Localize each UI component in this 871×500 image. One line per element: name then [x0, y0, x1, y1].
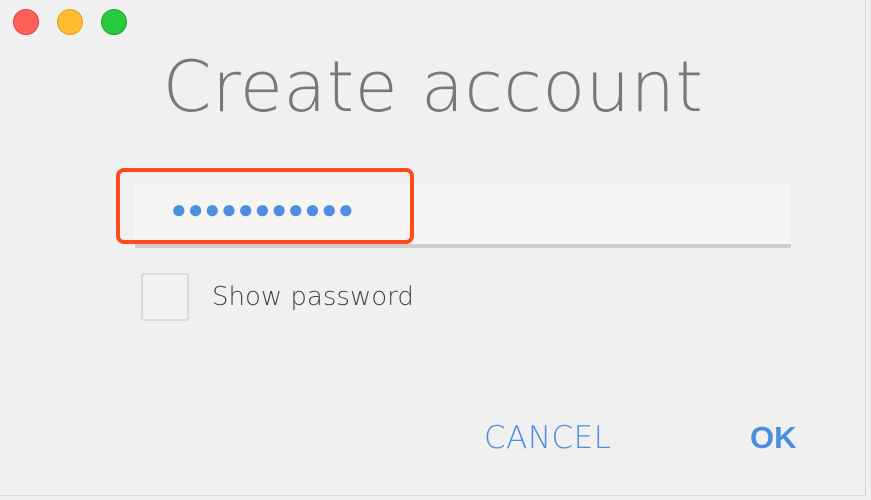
show-password-label[interactable]: Show password	[212, 282, 414, 312]
ok-button[interactable]: OK	[750, 420, 797, 456]
dialog-title: Create account	[162, 46, 704, 128]
maximize-window-button[interactable]	[101, 9, 127, 35]
password-masked-value: ●●●●●●●●●●●	[171, 194, 355, 224]
password-input[interactable]: ●●●●●●●●●●●	[135, 184, 791, 248]
minimize-window-button[interactable]	[57, 9, 83, 35]
create-account-dialog: Create account ●●●●●●●●●●● Show password…	[0, 0, 866, 496]
window-controls	[13, 9, 127, 35]
close-window-button[interactable]	[13, 9, 39, 35]
show-password-checkbox[interactable]	[141, 273, 189, 321]
cancel-button[interactable]: CANCEL	[484, 420, 612, 456]
